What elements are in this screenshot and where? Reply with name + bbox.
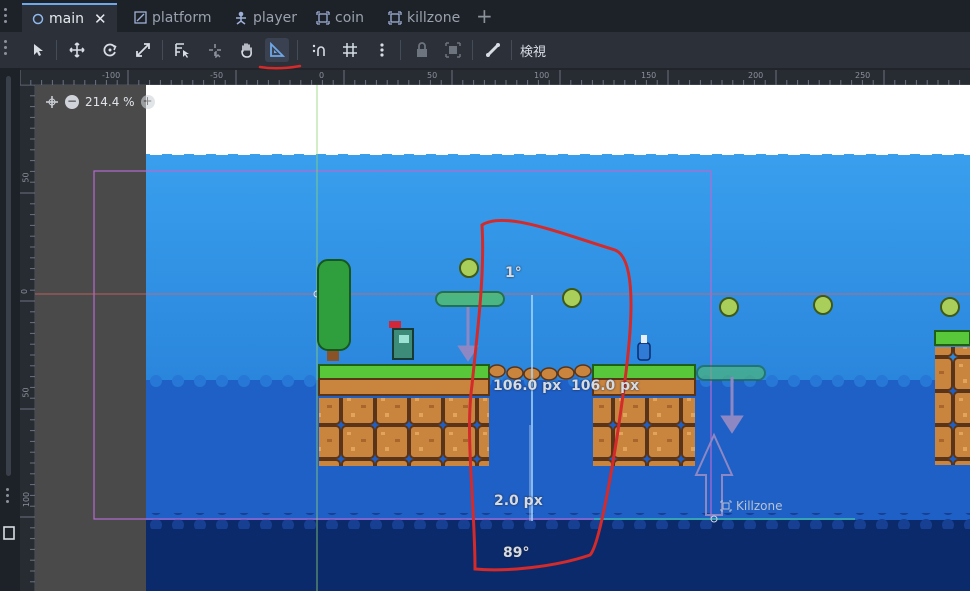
sky-area xyxy=(146,145,970,380)
tab-label: coin xyxy=(335,9,365,26)
tab-platform[interactable]: platform xyxy=(124,3,222,32)
toolbar-separator xyxy=(56,40,57,60)
close-tab-icon[interactable]: ✕ xyxy=(94,10,107,28)
toolbar-separator xyxy=(297,40,298,60)
dirt-blocks xyxy=(935,347,970,465)
toolbar-separator xyxy=(472,40,473,60)
water-mid xyxy=(146,380,970,520)
ruler-label: 150 xyxy=(641,71,657,80)
grid-snap-icon[interactable] xyxy=(338,38,362,62)
coin[interactable] xyxy=(719,297,739,317)
measure-length-b: 106.0 px xyxy=(571,378,640,394)
area-icon xyxy=(316,10,330,25)
toolbar-separator xyxy=(511,40,512,60)
drag-grip-icon[interactable] xyxy=(6,488,10,506)
coin[interactable] xyxy=(459,258,479,278)
ruler-label: -100 xyxy=(102,71,121,80)
left-dock-strip xyxy=(0,68,20,591)
measure-length-a: 106.0 px xyxy=(493,378,562,394)
grass-top xyxy=(934,330,970,346)
tab-main[interactable]: main ✕ xyxy=(22,3,117,32)
deep-wave-band xyxy=(146,513,970,529)
move-tool-icon[interactable] xyxy=(65,38,89,62)
ruler-ticks xyxy=(20,70,961,85)
ruler-label: 100 xyxy=(22,491,32,508)
view-menu-button[interactable]: 検視 xyxy=(520,41,546,60)
killzone-node-label[interactable]: Killzone xyxy=(720,499,783,513)
tab-label: player xyxy=(253,9,298,26)
measure-small: 2.0 px xyxy=(494,493,543,509)
drag-grip-icon[interactable] xyxy=(4,8,8,26)
water-deep xyxy=(146,520,970,591)
dirt-blocks xyxy=(593,398,695,466)
zoom-level[interactable]: 214.4 % xyxy=(85,95,135,109)
ruler-label: 250 xyxy=(855,71,871,80)
zoom-controls: − 214.4 % + xyxy=(45,95,161,109)
ruler-label: 50 xyxy=(21,387,31,398)
ruler-ticks xyxy=(20,85,35,583)
horizontal-ruler: -100 -50 0 50 100 150 200 250 xyxy=(20,70,970,85)
ruler-label: 200 xyxy=(748,71,764,80)
rotate-tool-icon[interactable] xyxy=(98,38,122,62)
tab-label: platform xyxy=(152,9,212,26)
add-tab-icon[interactable]: + xyxy=(476,3,493,29)
ruler-label: 0 xyxy=(319,71,325,80)
ruler-label: 0 xyxy=(20,288,30,295)
dock-panel-icon[interactable] xyxy=(3,526,15,540)
measure-angle-bottom: 89° xyxy=(503,545,530,561)
select-tool-icon[interactable] xyxy=(26,38,50,62)
area-icon xyxy=(720,500,732,512)
scale-tool-icon[interactable] xyxy=(131,38,155,62)
area-icon xyxy=(388,10,402,25)
moving-platform[interactable] xyxy=(435,291,505,307)
canvas-toolbar: 検視 xyxy=(0,32,970,68)
killzone-label: Killzone xyxy=(736,499,783,513)
cloud-band xyxy=(146,131,970,155)
red-underline-annotation xyxy=(258,64,302,70)
scene-tab-bar: main ✕ platform player coin killzone + xyxy=(0,0,970,32)
2d-viewport[interactable]: − 214.4 % + 1° 106.0 px 106.0 px 2.0 px … xyxy=(35,85,970,591)
vertical-ruler: 50 0 50 100 xyxy=(20,85,35,591)
pan-tool-icon[interactable] xyxy=(235,38,259,62)
ruler-tool-icon[interactable] xyxy=(265,38,289,62)
list-select-tool-icon[interactable] xyxy=(170,38,194,62)
measure-angle-top: 1° xyxy=(505,265,522,281)
more-options-icon[interactable] xyxy=(370,38,394,62)
coin[interactable] xyxy=(813,295,833,315)
game-scene xyxy=(35,85,970,591)
ruler-label: 100 xyxy=(534,71,550,80)
coin[interactable] xyxy=(940,297,960,317)
group-icon[interactable] xyxy=(441,38,465,62)
ruler-label: -50 xyxy=(210,71,224,80)
zoom-out-button[interactable]: − xyxy=(65,95,79,109)
smart-snap-icon[interactable] xyxy=(307,38,331,62)
node2d-icon xyxy=(32,13,44,25)
character-icon xyxy=(234,11,248,25)
toolbar-separator xyxy=(400,40,401,60)
zoom-in-button[interactable]: + xyxy=(140,95,155,109)
tab-coin[interactable]: coin xyxy=(306,3,374,32)
tree xyxy=(317,259,351,351)
grass-top xyxy=(318,364,490,380)
toolbar-separator xyxy=(162,40,163,60)
center-view-icon[interactable] xyxy=(45,95,59,109)
tab-label: killzone xyxy=(407,9,461,26)
pivot-tool-icon[interactable] xyxy=(203,38,227,62)
dirt-blocks xyxy=(319,398,489,466)
ruler-label: 50 xyxy=(427,71,438,80)
tab-label: main xyxy=(49,10,84,27)
tab-killzone[interactable]: killzone xyxy=(378,3,470,32)
dock-scrollbar[interactable] xyxy=(6,76,11,476)
lock-icon[interactable] xyxy=(410,38,434,62)
tab-player[interactable]: player xyxy=(224,3,307,32)
skeleton-bones-icon[interactable] xyxy=(481,38,505,62)
scene-icon xyxy=(134,11,147,24)
drag-grip-icon[interactable] xyxy=(4,40,8,58)
ruler-label: 50 xyxy=(21,172,31,183)
grass-top xyxy=(592,364,696,380)
grass-edge xyxy=(318,378,490,396)
coin[interactable] xyxy=(562,288,582,308)
